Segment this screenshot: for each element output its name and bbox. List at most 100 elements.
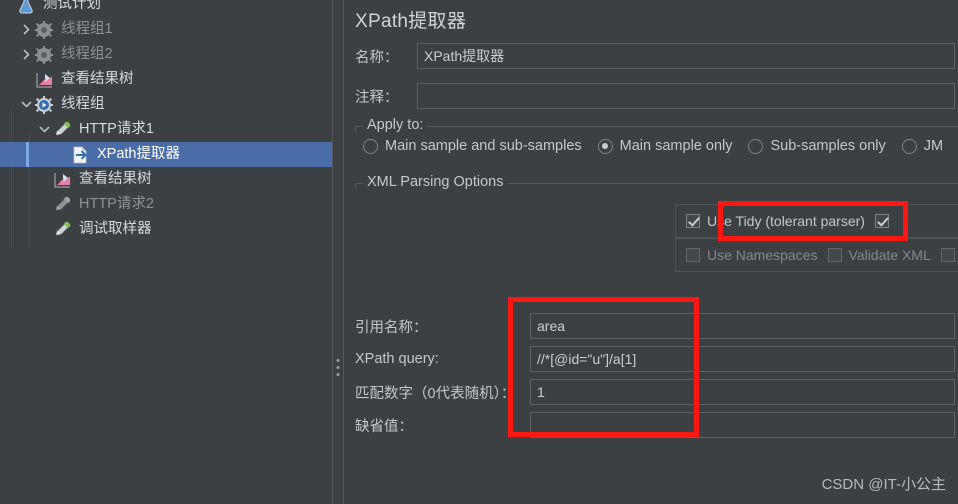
- xml-parsing-options-group: XML Parsing Options Use Tidy (tolerant p…: [355, 174, 958, 278]
- group-corner-tick: [355, 127, 356, 133]
- apply-to-radio-label: Main sample and sub-samples: [385, 138, 582, 154]
- tree-item-row[interactable]: 线程组: [0, 92, 332, 117]
- tree-item-label: 调试取样器: [79, 221, 152, 237]
- chevron-down-icon[interactable]: [36, 117, 52, 142]
- apply-to-radio[interactable]: Main sample only: [597, 138, 733, 154]
- xml-parsing-legend: XML Parsing Options: [363, 174, 508, 190]
- page-title: XPath提取器: [355, 11, 467, 32]
- apply-to-radio[interactable]: Main sample and sub-samples: [363, 138, 582, 154]
- group-corner-tick: [355, 184, 356, 190]
- view-results-tree-icon: [52, 170, 72, 190]
- thread-group-icon: [34, 20, 54, 40]
- value-field-input[interactable]: area: [530, 313, 955, 339]
- value-field-input[interactable]: 1: [530, 379, 955, 405]
- apply-to-group: Apply to: Main sample and sub-samples Mai…: [355, 117, 958, 174]
- tidy-options-row: Use Tidy (tolerant parser): [675, 204, 958, 238]
- value-field-label: 缺省值：: [355, 418, 413, 435]
- xml-option-checkbox[interactable]: Use Tidy (tolerant parser): [686, 213, 865, 229]
- comment-label: 注释：: [355, 89, 399, 106]
- tree-item-row[interactable]: 查看结果树: [0, 167, 332, 192]
- tree-twisty-spacer: [0, 0, 16, 17]
- xml-option-label: Use Tidy (tolerant parser): [707, 213, 865, 229]
- value-field-row: XPath query: //*[@id="u"]/a[1]: [355, 346, 955, 372]
- tree-item-row[interactable]: 查看结果树: [0, 67, 332, 92]
- xpath-extractor-icon: [70, 145, 90, 165]
- tree-twisty-spacer: [36, 192, 52, 217]
- value-field-input[interactable]: //*[@id="u"]/a[1]: [530, 346, 955, 372]
- value-field-row: 缺省值：: [355, 412, 955, 438]
- tree-item-label: HTTP请求2: [79, 196, 154, 212]
- thread-group-icon: [34, 45, 54, 65]
- namespace-options-row: Use Namespaces Validate XML: [675, 238, 958, 272]
- panel-splitter[interactable]: [332, 0, 344, 504]
- radio-indicator[interactable]: [363, 138, 378, 154]
- value-field-label: XPath query:: [355, 351, 439, 367]
- tree-item-row[interactable]: 调试取样器: [0, 217, 332, 242]
- name-input[interactable]: XPath提取器: [417, 43, 955, 69]
- chevron-right-icon[interactable]: [18, 42, 34, 67]
- tree-item-row[interactable]: 线程组2: [0, 42, 332, 67]
- test-plan-tree-panel[interactable]: 测试计划 线程组1 线程组2 查看结果树 线程组 HTTP请求1 XPath提取器 查看结果树…: [0, 0, 332, 504]
- value-field-label: 匹配数字（0代表随机）：: [355, 385, 516, 402]
- test-plan-icon: [16, 0, 36, 15]
- radio-indicator[interactable]: [597, 138, 613, 154]
- value-field-label: 引用名称：: [355, 319, 428, 336]
- watermark-text: CSDN @IT-小公主: [821, 476, 946, 493]
- chevron-down-icon[interactable]: [18, 92, 34, 117]
- tree-twisty-spacer: [36, 217, 52, 242]
- debug-sampler-icon: [52, 220, 72, 240]
- tree-item-label: 查看结果树: [61, 71, 134, 87]
- apply-to-radio-label: Main sample only: [619, 138, 733, 154]
- tree-item-label: 线程组1: [61, 21, 113, 37]
- http-sampler-icon: [52, 120, 72, 140]
- xpath-extractor-config-panel: XPath提取器 名称： XPath提取器 注释： Apply to: Main…: [345, 0, 958, 504]
- view-results-tree-icon: [34, 70, 54, 90]
- checkbox-indicator[interactable]: [686, 214, 700, 228]
- chevron-right-icon[interactable]: [18, 17, 34, 42]
- tree-item-label: 查看结果树: [79, 171, 152, 187]
- tree-item-row[interactable]: 线程组1: [0, 17, 332, 42]
- checkbox-indicator[interactable]: [874, 214, 889, 228]
- comment-input[interactable]: [417, 83, 955, 109]
- apply-to-legend: Apply to:: [363, 117, 428, 133]
- checkbox-indicator[interactable]: [827, 248, 842, 262]
- selection-indicator: [26, 142, 29, 167]
- name-row: 名称： XPath提取器: [355, 43, 955, 69]
- xml-option-checkbox[interactable]: [940, 248, 958, 262]
- apply-to-radio[interactable]: JM: [901, 138, 944, 154]
- value-field-row: 引用名称： area: [355, 313, 955, 339]
- value-field-row: 匹配数字（0代表随机）： 1: [355, 379, 955, 405]
- tree-item-label: 线程组2: [61, 46, 113, 62]
- tree-item-row[interactable]: HTTP请求1: [0, 117, 332, 142]
- apply-to-radio[interactable]: Sub-samples only: [748, 138, 886, 154]
- xml-option-checkbox[interactable]: Use Namespaces: [686, 247, 818, 263]
- checkbox-indicator[interactable]: [686, 248, 700, 262]
- xml-option-checkbox[interactable]: [874, 214, 896, 228]
- checkbox-indicator[interactable]: [940, 248, 955, 262]
- apply-to-radio-label: JM: [923, 138, 944, 154]
- radio-indicator[interactable]: [901, 138, 917, 154]
- xml-option-checkbox[interactable]: Validate XML: [827, 247, 931, 263]
- tree-item-row[interactable]: HTTP请求2: [0, 192, 332, 217]
- value-field-input[interactable]: [530, 412, 955, 438]
- radio-indicator[interactable]: [748, 138, 764, 154]
- splitter-grip-icon[interactable]: [336, 355, 340, 380]
- tree-item-label: 测试计划: [43, 0, 101, 12]
- xml-option-label: Validate XML: [848, 247, 931, 263]
- tree-item-selected[interactable]: XPath提取器: [0, 142, 332, 167]
- xml-option-label: Use Namespaces: [707, 247, 818, 263]
- http-sampler-disabled-icon: [52, 195, 72, 215]
- tree-item-row[interactable]: 测试计划: [0, 0, 332, 17]
- tree-twisty-spacer: [36, 167, 52, 192]
- apply-to-radio-label: Sub-samples only: [770, 138, 886, 154]
- tree-twisty-spacer: [54, 142, 70, 167]
- tree-item-label: XPath提取器: [97, 146, 180, 162]
